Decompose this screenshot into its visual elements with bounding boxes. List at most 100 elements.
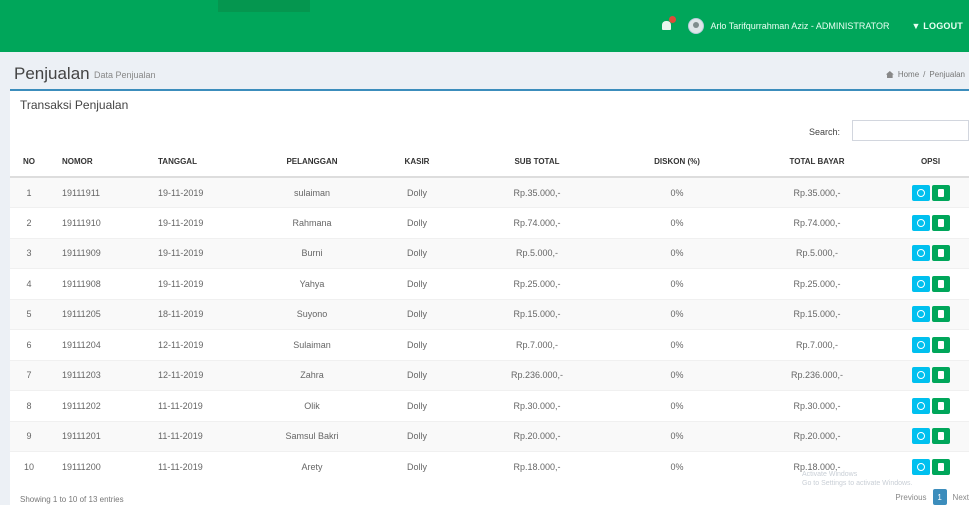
col-kasir[interactable]: KASIR — [372, 147, 462, 178]
logout-label: LOGOUT — [923, 21, 963, 31]
view-button[interactable] — [911, 275, 930, 292]
breadcrumb: Home / Penjualan — [885, 70, 965, 79]
cell-no: 9 — [10, 420, 48, 452]
table-header-row: NO NOMOR TANGGAL PELANGGAN KASIR SUB TOT… — [10, 147, 969, 178]
breadcrumb-home[interactable]: Home — [898, 70, 919, 79]
edit-button[interactable] — [931, 275, 950, 292]
view-button[interactable] — [911, 245, 930, 262]
table-body: 1 19111911 19-11-2019 sulaiman Dolly Rp.35.00… — [10, 176, 969, 482]
top-navbar: Arlo Tarifqurrahman Aziz - ADMINISTRATOR… — [0, 0, 969, 52]
cell-diskon: 0% — [612, 329, 742, 360]
cell-no: 5 — [10, 298, 48, 330]
cell-sub-total: Rp.20.000,- — [462, 420, 612, 452]
cell-opsi — [892, 268, 969, 299]
col-nomor[interactable]: NOMOR — [48, 147, 144, 178]
col-diskon[interactable]: DISKON (%) — [612, 147, 742, 178]
cell-no: 2 — [10, 207, 48, 238]
breadcrumb-current: Penjualan — [929, 70, 965, 79]
view-button[interactable] — [911, 397, 930, 414]
row-actions — [892, 214, 969, 231]
col-no[interactable]: NO — [10, 147, 48, 178]
cell-nomor: 19111204 — [48, 329, 144, 360]
edit-button[interactable] — [931, 336, 950, 353]
view-button[interactable] — [911, 184, 930, 201]
box-title: Transaksi Penjualan — [20, 98, 129, 112]
cell-tanggal: 12-11-2019 — [144, 359, 252, 391]
edit-button[interactable] — [931, 245, 950, 262]
avatar[interactable] — [688, 18, 705, 34]
activation-watermark: Activate Windows Go to Settings to activ… — [802, 471, 913, 487]
cell-tanggal: 11-11-2019 — [144, 420, 252, 452]
pagination: Previous 1 Next — [895, 489, 969, 505]
col-tanggal[interactable]: TANGGAL — [144, 147, 252, 178]
cell-nomor: 19111909 — [48, 237, 144, 269]
cell-tanggal: 19-11-2019 — [144, 237, 252, 269]
logout-button[interactable]: ▼ LOGOUT — [911, 21, 963, 31]
cell-diskon: 0% — [612, 237, 742, 269]
row-actions — [892, 245, 969, 262]
cell-diskon: 0% — [612, 451, 742, 482]
page-subtitle: Data Penjualan — [94, 70, 156, 80]
cell-tanggal: 11-11-2019 — [144, 390, 252, 421]
table-info: Showing 1 to 10 of 13 entries — [20, 495, 124, 504]
edit-button[interactable] — [931, 459, 950, 475]
navbar-highlight — [218, 0, 310, 12]
page-1-button[interactable]: 1 — [932, 489, 947, 505]
cell-sub-total: Rp.7.000,- — [462, 329, 612, 360]
cell-nomor: 19111201 — [48, 420, 144, 452]
breadcrumb-separator: / — [923, 70, 926, 79]
row-actions — [892, 428, 969, 445]
prev-page-button[interactable]: Previous — [895, 493, 926, 502]
cell-kasir: Dolly — [372, 176, 462, 208]
table-row: 9 19111201 11-11-2019 Samsul Bakri Dolly Rp.2… — [10, 420, 969, 452]
cell-total-bayar: Rp.236.000,- — [742, 359, 892, 391]
cell-opsi — [892, 237, 969, 269]
cell-sub-total: Rp.35.000,- — [462, 176, 612, 208]
cell-nomor: 19111911 — [48, 176, 144, 208]
cell-kasir: Dolly — [372, 298, 462, 330]
cell-total-bayar: Rp.30.000,- — [742, 390, 892, 421]
search-input[interactable] — [852, 120, 969, 141]
home-icon — [885, 71, 894, 78]
user-name[interactable]: Arlo Tarifqurrahman Aziz - ADMINISTRATOR — [710, 21, 889, 31]
cell-sub-total: Rp.18.000,- — [462, 451, 612, 482]
cell-opsi — [892, 420, 969, 452]
cell-diskon: 0% — [612, 359, 742, 391]
view-button[interactable] — [911, 214, 930, 231]
view-button[interactable] — [911, 459, 930, 475]
cell-pelanggan: Burni — [252, 237, 372, 269]
cell-kasir: Dolly — [372, 268, 462, 299]
edit-button[interactable] — [931, 397, 950, 414]
view-button[interactable] — [911, 336, 930, 353]
bell-icon[interactable] — [660, 16, 677, 33]
table-row: 6 19111204 12-11-2019 Sulaiman Dolly Rp.7.000… — [10, 329, 969, 360]
view-button[interactable] — [911, 306, 930, 323]
col-sub-total[interactable]: SUB TOTAL — [462, 147, 612, 178]
edit-button[interactable] — [931, 428, 950, 445]
sales-table: NO NOMOR TANGGAL PELANGGAN KASIR SUB TOT… — [10, 147, 969, 482]
cell-opsi — [892, 390, 969, 421]
edit-button[interactable] — [931, 214, 950, 231]
next-page-button[interactable]: Next — [953, 493, 969, 502]
edit-button[interactable] — [931, 184, 950, 201]
cell-total-bayar: Rp.20.000,- — [742, 420, 892, 452]
cell-opsi — [892, 176, 969, 208]
cell-sub-total: Rp.15.000,- — [462, 298, 612, 330]
row-actions — [892, 306, 969, 323]
table-row: 4 19111908 19-11-2019 Yahya Dolly Rp.25.000,-… — [10, 268, 969, 299]
row-actions — [892, 367, 969, 384]
cell-total-bayar: Rp.7.000,- — [742, 329, 892, 360]
view-button[interactable] — [911, 428, 930, 445]
cell-tanggal: 11-11-2019 — [144, 451, 252, 482]
view-button[interactable] — [911, 367, 930, 384]
col-total-bayar[interactable]: TOTAL BAYAR — [742, 147, 892, 178]
search-label: Search: — [809, 127, 841, 137]
edit-button[interactable] — [931, 306, 950, 323]
row-actions — [892, 184, 969, 201]
edit-button[interactable] — [931, 367, 950, 384]
table-row: 8 19111202 11-11-2019 Olik Dolly Rp.30.000,- 0… — [10, 390, 969, 421]
cell-pelanggan: Arety — [252, 451, 372, 482]
col-pelanggan[interactable]: PELANGGAN — [252, 147, 372, 178]
cell-tanggal: 19-11-2019 — [144, 268, 252, 299]
cell-sub-total: Rp.25.000,- — [462, 268, 612, 299]
